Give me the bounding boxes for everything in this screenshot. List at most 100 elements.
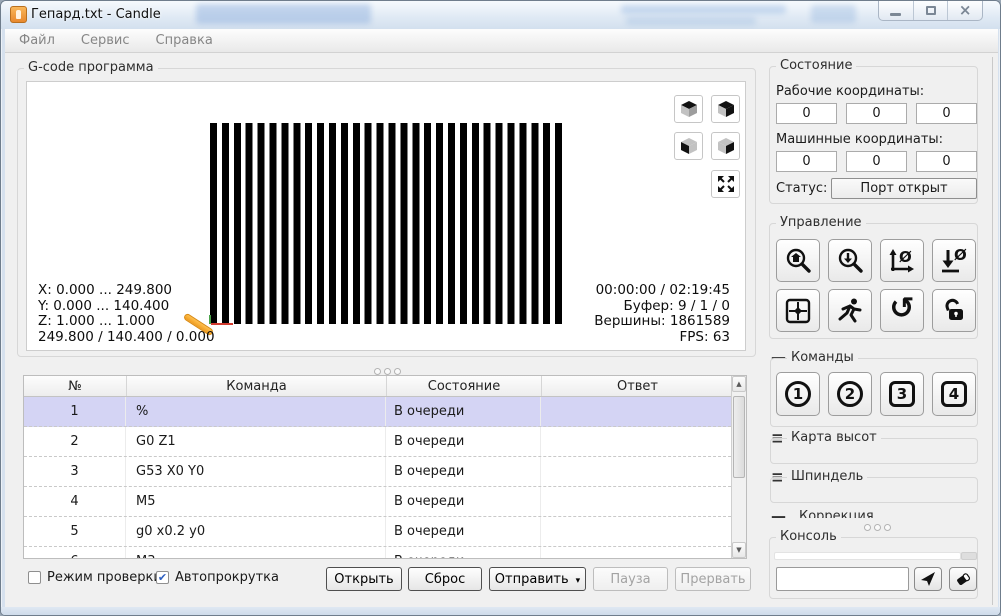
view-isometric-button[interactable] [711,95,740,123]
title-bar[interactable]: Гепард.txt - Candle × [1,1,1000,29]
zoom-home-icon [786,248,811,273]
autoscroll-checkbox[interactable]: ✔ [156,571,169,584]
overriding-label: Коррекция [799,509,874,518]
splitter-dot [373,368,381,375]
menu-file[interactable]: Файл [19,33,55,48]
control-group-label: Управление [776,215,866,230]
minimize-button[interactable] [879,1,914,20]
close-button[interactable]: × [948,1,982,20]
overriding-section-clipped: — Коррекция [767,506,982,519]
x-range: X: 0.000 ... 249.800 [38,282,173,298]
menu-service[interactable]: Сервис [81,33,130,48]
view-front-button[interactable] [711,132,740,160]
window-frame-bottom [1,607,1000,615]
maximize-icon [925,6,936,15]
heightmap-groupbox: Карта высот [770,430,978,464]
splitter-dot [383,368,391,375]
user-command-4-button[interactable]: 4 [932,372,976,416]
header-command[interactable]: Команда [127,376,387,396]
fit-view-button[interactable] [711,170,740,198]
work-y-field: 0 [846,103,907,124]
view-left-button[interactable] [674,132,703,160]
background-artifact [626,17,756,25]
header-state[interactable]: Состояние [387,376,542,396]
y-range: Y: 0.000 ... 140.400 [38,297,170,314]
spindle-label: Шпиндель [787,469,868,484]
buffer-state: Буфер: 9 / 1 / 0 [623,297,730,314]
close-icon: × [958,1,972,19]
panel-scroll-edge [992,57,993,605]
zero-z-button[interactable]: Ø [932,239,976,282]
reset-button-icon-btn[interactable]: ↺ [880,289,924,332]
splitter-dot [863,524,871,531]
vertex-count: Вершины: 1861589 [594,313,730,329]
probe-button[interactable] [828,239,872,282]
console-output[interactable] [774,552,961,560]
scroll-up-icon[interactable]: ▲ [732,376,746,392]
table-scrollbar[interactable]: ▲ ▼ [731,376,746,558]
table-row[interactable]: 2 G0 Z1 В очереди [24,427,746,457]
gcode-visualizer[interactable]: X: 0.000 ... 249.800 Y: 0.000 ... 140.40… [26,81,746,351]
cube-isometric-icon [717,101,734,117]
menu-help[interactable]: Справка [156,33,213,48]
window-title: Гепард.txt - Candle [31,7,161,22]
console-scrollbar[interactable] [961,552,977,560]
table-row[interactable]: 3 G53 X0 Y0 В очереди [24,457,746,487]
machine-z-field: 0 [916,151,977,172]
dimensions-overlay: X: 0.000 ... 249.800 Y: 0.000 ... 140.40… [38,282,215,345]
paper-plane-icon [921,572,935,586]
gcode-group-label: G-code программа [24,60,158,75]
gcode-table[interactable]: № Команда Состояние Ответ 1 % В очереди … [23,375,747,559]
zero-xy-icon: Ø [889,248,914,272]
machine-x-field: 0 [776,151,837,172]
table-row[interactable]: 1 % В очереди [24,397,746,427]
panel-splitter-handle[interactable] [862,520,892,535]
header-num[interactable]: № [24,376,127,396]
status-label: Статус: [776,181,828,196]
maximize-button[interactable] [914,1,949,20]
machine-y-field: 0 [846,151,907,172]
table-row[interactable]: 5 g0 x0.2 y0 В очереди [24,517,746,547]
background-artifact [811,5,856,23]
reset-icon: ↺ [889,290,915,326]
zoom-down-icon [838,248,863,273]
background-artifact [621,5,786,14]
view-top-button[interactable] [674,95,703,123]
console-clear-button[interactable] [949,567,977,591]
toolpath-stripes [210,123,567,324]
model-size: 249.800 / 140.400 / 0.000 [38,328,215,345]
check-icon: ✔ [157,571,168,584]
heightmap-label: Карта высот [787,430,881,445]
check-mode-checkbox[interactable] [28,571,41,584]
table-row[interactable]: 4 M5 В очереди [24,487,746,517]
table-header: № Команда Состояние Ответ [24,376,746,397]
open-button[interactable]: Открыть [326,567,402,591]
overriding-collapse-icon[interactable]: — [771,509,786,519]
window-controls: × [878,1,983,21]
reset-button[interactable]: Сброс [408,567,482,591]
user-command-1-button[interactable]: 1 [776,372,820,416]
home-button[interactable] [776,239,820,282]
scroll-down-icon[interactable]: ▼ [732,542,746,558]
send-dropdown-icon[interactable]: ▾ [576,576,581,586]
origin-crosshair-icon [785,298,811,323]
user-command-3-button[interactable]: 3 [880,372,924,416]
svg-text:Ø: Ø [954,247,967,264]
console-send-button[interactable] [914,567,942,591]
spindle-groupbox: Шпиндель [770,469,978,503]
restore-origin-button[interactable] [776,289,820,332]
send-button[interactable]: Отправить ▾ [489,567,586,591]
zero-xy-button[interactable]: Ø [880,239,924,282]
safe-position-button[interactable] [828,289,872,332]
user-command-2-button[interactable]: 2 [828,372,872,416]
state-group-label: Состояние [776,58,857,73]
cube-top-icon [680,101,697,117]
background-artifact [196,4,371,24]
table-row[interactable]: 6 M3 В очереди [24,547,746,558]
unlock-button[interactable] [932,289,976,332]
autoscroll-label: Автопрокрутка [175,570,279,585]
header-response[interactable]: Ответ [542,376,733,396]
console-input[interactable] [776,567,909,591]
scrollbar-thumb[interactable] [733,396,745,478]
time-estimate: 00:00:00 / 02:19:45 [595,282,730,298]
